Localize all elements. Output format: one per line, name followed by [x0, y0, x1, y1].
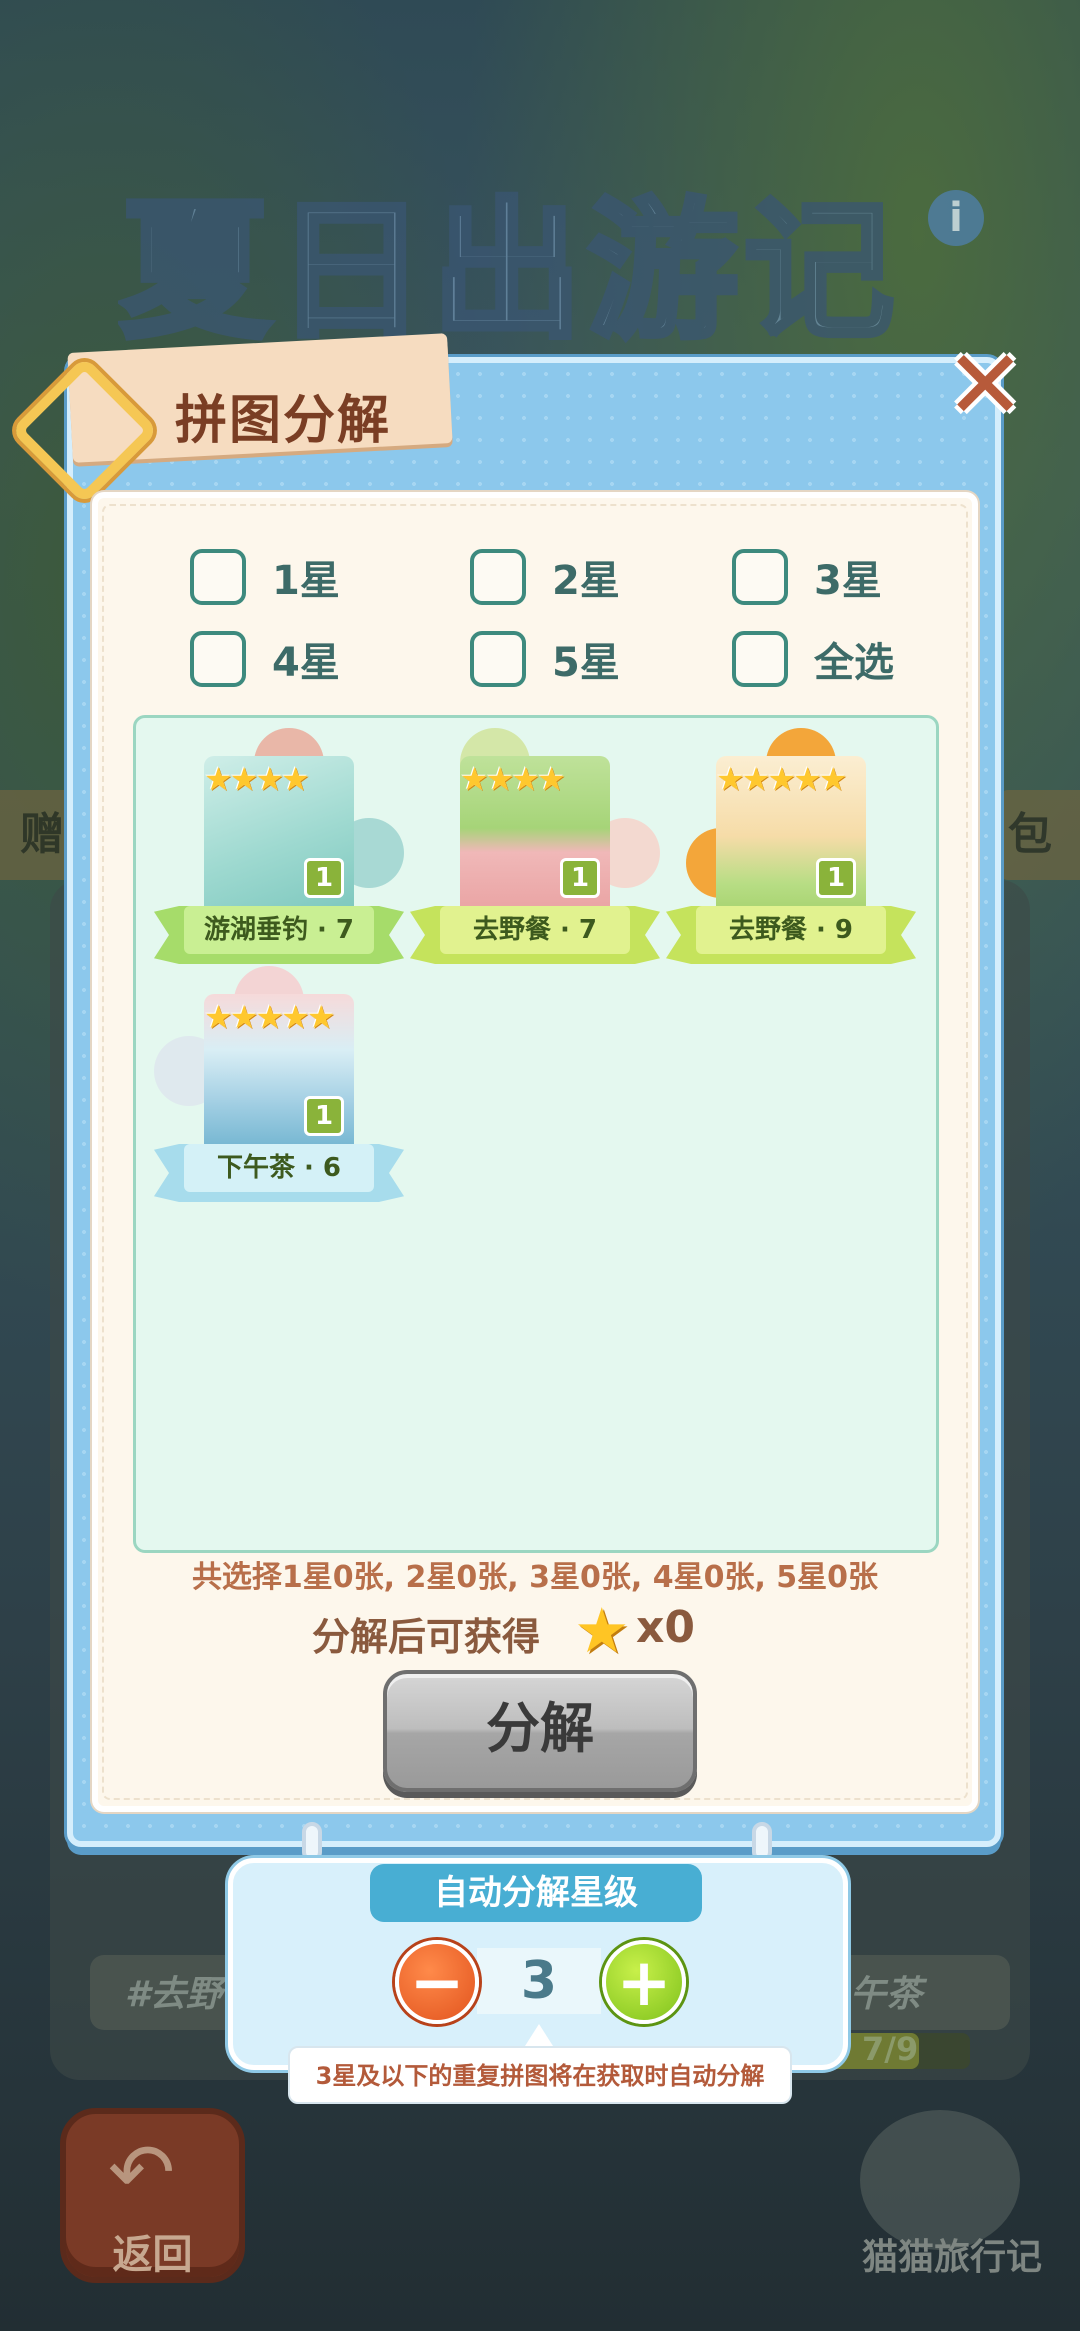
checkbox-label: 3星: [814, 558, 882, 604]
hook-right: [752, 1822, 772, 1862]
count-badge: 1: [816, 858, 856, 898]
puzzle-card[interactable]: ★★★★ 1 游湖垂钓 · 7: [154, 728, 404, 968]
increase-star-button[interactable]: +: [602, 1940, 686, 2024]
card-label: 下午茶 · 6: [184, 1144, 374, 1192]
hook-left: [302, 1822, 322, 1862]
back-button[interactable]: ↶ 返回: [60, 2108, 245, 2283]
background-progress-text: 7/9: [862, 2030, 919, 2068]
star-rating: ★★★★: [460, 760, 566, 798]
checkbox-label: 4星: [272, 640, 340, 686]
star-rating: ★★★★★: [204, 998, 335, 1036]
checkbox-4-star[interactable]: 4星: [190, 630, 340, 688]
puzzle-grid: ★★★★ 1 游湖垂钓 · 7 ★★★★ 1 去野餐 · 7 ★★★★★ 1 去…: [133, 715, 939, 1553]
background-strip-right: 午茶: [850, 1974, 923, 2015]
count-badge: 1: [560, 858, 600, 898]
checkbox-label: 全选: [814, 640, 894, 686]
checkbox-select-all[interactable]: 全选: [732, 630, 894, 688]
star-rating: ★★★★★: [716, 760, 847, 798]
checkbox-3-star[interactable]: 3星: [732, 548, 882, 606]
checkbox-label: 5星: [552, 640, 620, 686]
info-icon[interactable]: i: [928, 190, 984, 246]
checkbox-label: 2星: [552, 558, 620, 604]
auto-decompose-tip: 3星及以下的重复拼图将在获取时自动分解: [288, 2046, 792, 2104]
checkbox-box[interactable]: [190, 549, 246, 605]
checkbox-2-star[interactable]: 2星: [470, 548, 620, 606]
checkbox-label: 1星: [272, 558, 340, 604]
checkbox-1-star[interactable]: 1星: [190, 548, 340, 606]
puzzle-card[interactable]: ★★★★★ 1 去野餐 · 9: [666, 728, 916, 968]
card-label: 去野餐 · 7: [440, 906, 630, 954]
brand-logo-text: 猫猫旅行记: [862, 2237, 1043, 2278]
close-button[interactable]: ✕: [945, 337, 1025, 433]
count-badge: 1: [304, 858, 344, 898]
puzzle-card[interactable]: ★★★★★ 1 下午茶 · 6: [154, 966, 404, 1206]
star-rating: ★★★★: [204, 760, 310, 798]
card-label: 去野餐 · 9: [696, 906, 886, 954]
background-strip-left: #去野: [125, 1974, 223, 2015]
star-icon: ★: [574, 1594, 630, 1667]
checkbox-box[interactable]: [190, 631, 246, 687]
decompose-button[interactable]: 分解: [383, 1670, 697, 1792]
dialog-title: 拼图分解: [175, 391, 392, 451]
checkbox-box[interactable]: [470, 631, 526, 687]
checkbox-box[interactable]: [732, 631, 788, 687]
card-label: 游湖垂钓 · 7: [184, 906, 374, 954]
count-badge: 1: [304, 1096, 344, 1136]
reward-label: 分解后可获得: [312, 1615, 541, 1659]
reward-count: x0: [636, 1602, 695, 1653]
tooltip-arrow: [525, 2024, 553, 2046]
auto-decompose-title: 自动分解星级: [370, 1864, 702, 1922]
selection-summary: 共选择1星0张, 2星0张, 3星0张, 4星0张, 5星0张: [191, 1560, 879, 1595]
right-tab: 包: [1000, 790, 1080, 880]
event-title: 夏日出游记: [117, 182, 901, 362]
back-label: 返回: [112, 2232, 193, 2278]
checkbox-box[interactable]: [732, 549, 788, 605]
back-arrow-icon: ↶: [108, 2126, 176, 2219]
puzzle-card[interactable]: ★★★★ 1 去野餐 · 7: [410, 728, 660, 968]
auto-decompose-value: 3: [477, 1948, 601, 2014]
decrease-star-button[interactable]: −: [395, 1940, 479, 2024]
checkbox-box[interactable]: [470, 549, 526, 605]
checkbox-5-star[interactable]: 5星: [470, 630, 620, 688]
